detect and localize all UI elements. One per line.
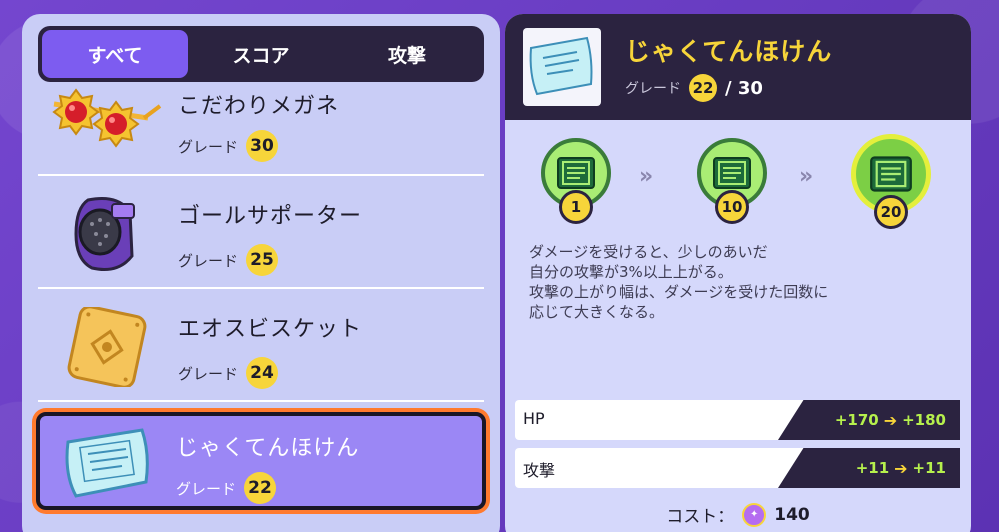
grade-label: グレード [178,364,239,383]
arrow-right-icon: ➔ [894,458,908,478]
level-number: 20 [874,195,908,229]
list-item[interactable]: エオスビスケット グレード 24 [38,289,484,402]
choice-specs-icon [52,88,162,148]
tab-attack[interactable]: 攻撃 [334,30,480,78]
item-list-panel: すべて スコア 攻撃 こだわりメガネ グレード 30 ゴールサポーター グレード… [22,14,500,532]
cost-row: コスト： ✦ 140 [505,502,971,527]
grade-label: グレード [625,81,681,97]
level-node-max: 20 [851,134,931,229]
grade-badge: 22 [689,74,717,102]
grade-badge: 24 [246,357,279,389]
stat-value: +11 ➔ +11 [778,448,960,488]
item-name: じゃくてんほけん [176,436,360,461]
level-progression: 1 » 10 » 20 [505,132,971,242]
filter-tabs: すべて スコア 攻撃 [38,26,484,82]
policy-level-icon [713,157,751,189]
stat-row-hp: HP +170 ➔ +180 [515,400,960,440]
detail-header: じゃくてんほけん グレード 22 / 30 [505,14,971,120]
item-list: こだわりメガネ グレード 30 ゴールサポーター グレード 25 エオスビスケッ… [22,84,500,510]
grade-row: グレード 30 [178,130,279,162]
level-node: 1 [541,138,611,224]
item-enhancer-icon: ✦ [742,502,767,527]
list-item-selected[interactable]: じゃくてんほけん グレード 22 [36,412,486,510]
weakness-policy-icon [65,428,149,498]
stat-label: HP [523,409,545,428]
stat-from: +11 [855,459,890,477]
level-number: 10 [715,190,749,224]
stat-list: HP +170 ➔ +180 攻撃 +11 ➔ +11 [515,400,960,496]
grade-max: / 30 [725,77,763,99]
score-shield-icon [74,197,135,271]
description-line: 攻撃の上がり幅は、ダメージを受けた回数に [529,283,829,301]
stat-label: 攻撃 [523,461,556,480]
level-number: 1 [559,190,593,224]
weakness-policy-icon [529,36,593,96]
detail-title: じゃくてんほけん [625,37,833,66]
grade-label: グレード [176,479,237,498]
description-line: ダメージを受けると、少しのあいだ [529,243,768,261]
description-line: 応じて大きくなる。 [529,303,665,321]
grade-row: グレード 22 [176,472,277,504]
item-name: ゴールサポーター [178,204,363,229]
tab-all[interactable]: すべて [42,30,188,78]
list-item[interactable]: こだわりメガネ グレード 30 [38,84,484,176]
list-item[interactable]: ゴールサポーター グレード 25 [38,176,484,289]
grade-label: グレード [178,251,239,270]
cost-value: 140 [774,504,810,525]
detail-grade: グレード 22 / 30 [625,74,763,102]
chevron-right-icon: » [639,164,653,189]
arrow-right-icon: ➔ [883,410,898,430]
stat-from: +170 [834,411,879,429]
policy-level-icon [557,157,595,189]
grade-row: グレード 25 [178,244,279,276]
grade-badge: 22 [244,472,277,504]
level-node: 10 [697,138,767,224]
stat-to: +11 [912,459,946,477]
item-name: エオスビスケット [178,317,363,342]
cost-label: コスト： [666,507,735,527]
detail-thumbnail [523,28,601,106]
tab-score[interactable]: スコア [188,30,334,78]
item-description: ダメージを受けると、少しのあいだ 自分の攻撃が3%以上上がる。 攻撃の上がり幅は… [529,242,949,322]
grade-row: グレード 24 [178,357,279,389]
item-name: こだわりメガネ [178,94,340,119]
policy-level-icon [870,156,912,192]
stat-row-attack: 攻撃 +11 ➔ +11 [515,448,960,488]
item-detail-panel: じゃくてんほけん グレード 22 / 30 1 » 10 » 20 ダメージを受… [505,14,971,532]
aeos-cookie-icon [67,307,147,387]
stat-value: +170 ➔ +180 [778,400,960,440]
grade-label: グレード [178,137,239,156]
grade-badge: 25 [246,244,279,276]
description-line: 自分の攻撃が3%以上上がる。 [529,263,733,281]
chevron-right-icon: » [799,164,813,189]
grade-badge: 30 [246,130,279,162]
stat-to: +180 [902,411,946,429]
